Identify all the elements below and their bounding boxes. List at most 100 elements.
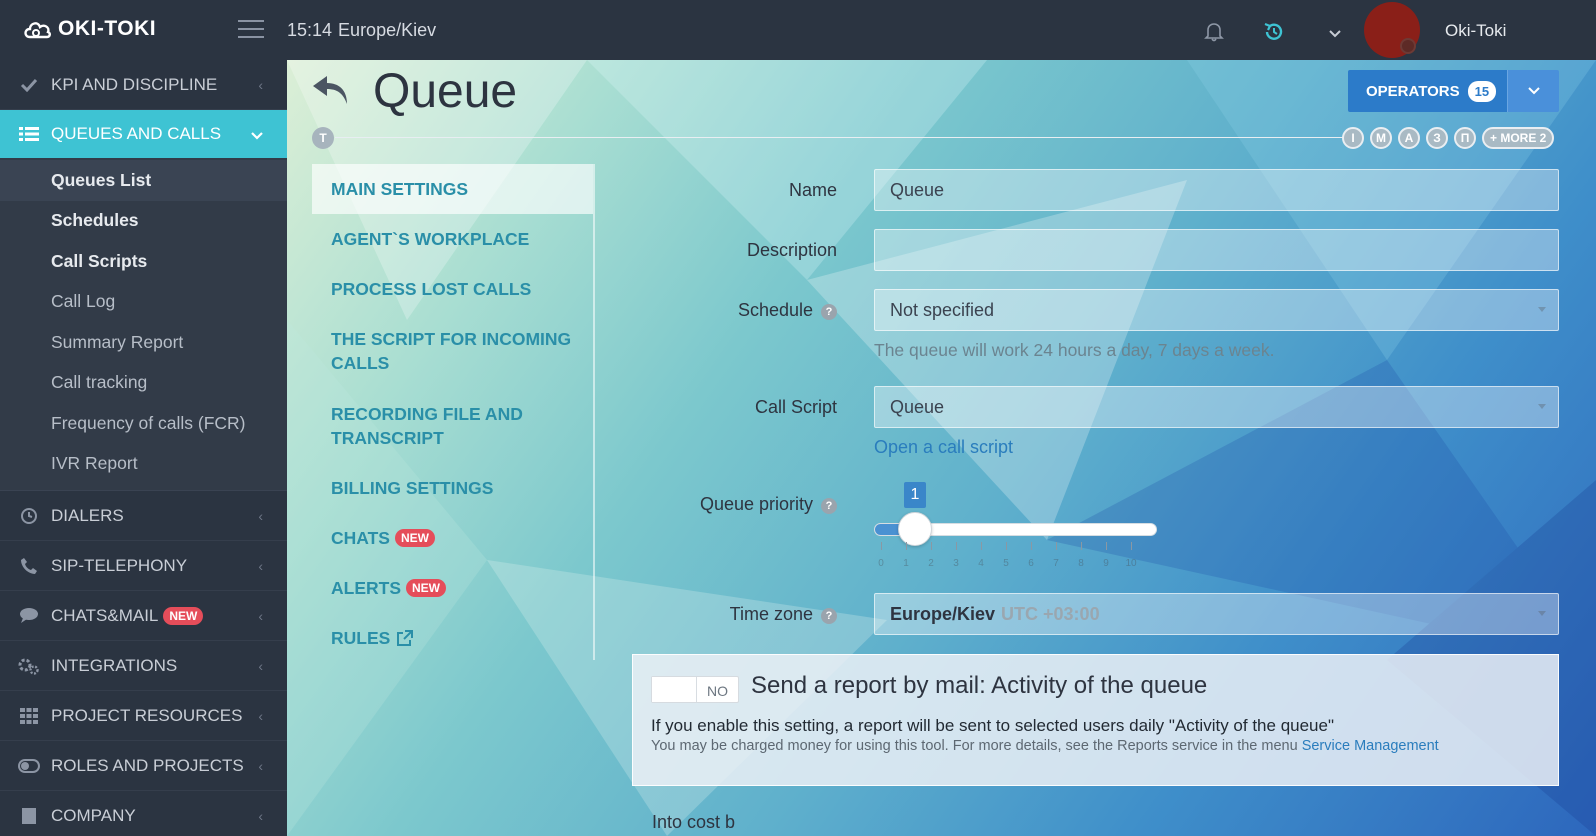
service-management-link[interactable]: Service Management xyxy=(1302,738,1439,754)
name-label: Name xyxy=(788,180,837,200)
sidebar-item-integrations[interactable]: INTEGRATIONS ‹ xyxy=(0,641,287,691)
sidebar-item-kpi[interactable]: KPI AND DISCIPLINE ‹ xyxy=(0,60,287,110)
dropdown-arrow-icon xyxy=(1538,404,1546,409)
subnav-item-call-tracking[interactable]: Call tracking xyxy=(0,363,287,404)
sidebar-item-chats-mail[interactable]: CHATS&MAIL NEW ‹ xyxy=(0,591,287,641)
queue-priority-label: Queue priority? xyxy=(607,494,837,515)
help-icon[interactable]: ? xyxy=(821,304,837,320)
chevron-left-icon: ‹ xyxy=(258,808,263,824)
subnav-item-summary-report[interactable]: Summary Report xyxy=(0,322,287,363)
sidebar-item-dialers[interactable]: DIALERS ‹ xyxy=(0,491,287,541)
back-arrow-icon[interactable] xyxy=(311,72,351,111)
sidebar-item-label: ROLES AND PROJECTS xyxy=(51,755,244,775)
toggle-icon xyxy=(18,758,40,773)
settings-tab-label: AGENT`S WORKPLACE xyxy=(331,229,530,249)
report-note: You may be charged money for using this … xyxy=(651,738,1439,754)
subnav-item-call-log[interactable]: Call Log xyxy=(0,282,287,323)
letter-badge[interactable]: П xyxy=(1454,127,1476,149)
letter-badge[interactable]: M xyxy=(1370,127,1392,149)
settings-tab-billing[interactable]: BILLING SETTINGS xyxy=(312,463,593,513)
operators-dropdown-button[interactable] xyxy=(1507,70,1559,112)
list-icon xyxy=(18,126,40,142)
notifications-bell-icon[interactable] xyxy=(1203,20,1225,47)
slider-tick xyxy=(1131,542,1132,550)
gears-icon xyxy=(18,657,40,675)
schedule-help-text: The queue will work 24 hours a day, 7 da… xyxy=(874,340,1275,360)
schedule-select[interactable]: Not specified xyxy=(874,289,1559,331)
clock-icon xyxy=(18,507,40,525)
letter-badge[interactable]: З xyxy=(1426,127,1448,149)
slider-tick xyxy=(1006,542,1007,550)
help-icon[interactable]: ? xyxy=(821,498,837,514)
sidebar-item-label: SIP-TELEPHONY xyxy=(51,555,188,575)
timezone-label: Time zone? xyxy=(607,604,837,625)
menu-toggle-button[interactable] xyxy=(238,20,264,40)
sidebar-item-company[interactable]: COMPANY ‹ xyxy=(0,791,287,836)
settings-tab-recording[interactable]: RECORDING FILE AND TRANSCRIPT xyxy=(312,388,593,463)
hamburger-icon-line xyxy=(238,36,264,38)
settings-tab-alerts[interactable]: ALERTS NEW xyxy=(312,563,593,613)
tag-badge-t[interactable]: T xyxy=(312,127,334,149)
slider-tick xyxy=(881,542,882,550)
name-value: Queue xyxy=(890,179,945,200)
settings-tab-label: THE SCRIPT FOR INCOMING CALLS xyxy=(331,329,572,373)
slider-tick-label: 3 xyxy=(953,558,959,569)
subnav-item-ivr-report[interactable]: IVR Report xyxy=(0,444,287,485)
schedule-label: Schedule? xyxy=(607,300,837,321)
slider-tick-label: 0 xyxy=(878,558,884,569)
chevron-left-icon: ‹ xyxy=(258,708,263,724)
subnav-item-fcr[interactable]: Frequency of calls (FCR) xyxy=(0,403,287,444)
toggle-label: NO xyxy=(707,683,728,699)
slider-tick-label: 4 xyxy=(978,558,984,569)
history-icon[interactable] xyxy=(1262,20,1286,49)
slider-tick xyxy=(1106,542,1107,550)
operators-count-badge: 15 xyxy=(1467,80,1497,102)
open-call-script-link[interactable]: Open a call script xyxy=(874,437,1013,458)
subnav-item-schedules[interactable]: Schedules xyxy=(0,201,287,242)
letter-badge[interactable]: I xyxy=(1342,127,1364,149)
more-badges-button[interactable]: + MORE 2 xyxy=(1482,127,1555,149)
settings-tab-rules[interactable]: RULES xyxy=(312,613,593,663)
settings-tab-chats[interactable]: CHATS NEW xyxy=(312,513,593,563)
clock-timezone: Europe/Kiev xyxy=(338,20,437,40)
priority-slider-handle[interactable] xyxy=(898,512,932,546)
settings-tab-main[interactable]: MAIN SETTINGS xyxy=(312,164,593,214)
external-link-icon xyxy=(397,629,414,646)
page-title: Queue xyxy=(373,65,518,118)
dropdown-arrow-icon xyxy=(1538,611,1546,616)
logo-text: OKI-TOKI xyxy=(58,17,157,40)
help-icon[interactable]: ? xyxy=(821,608,837,624)
timezone-utc: UTC +03:00 xyxy=(1001,603,1100,624)
sidebar: KPI AND DISCIPLINE ‹ QUEUES AND CALLS Qu… xyxy=(0,60,287,836)
call-script-select[interactable]: Queue xyxy=(874,386,1559,428)
description-field[interactable] xyxy=(874,229,1559,271)
settings-tab-incoming-script[interactable]: THE SCRIPT FOR INCOMING CALLS xyxy=(312,314,593,388)
new-badge: NEW xyxy=(394,529,435,547)
sidebar-item-roles-and-projects[interactable]: ROLES AND PROJECTS ‹ xyxy=(0,741,287,791)
settings-tab-label: MAIN SETTINGS xyxy=(331,179,469,199)
settings-tab-agent-workplace[interactable]: AGENT`S WORKPLACE xyxy=(312,214,593,264)
chevron-down-icon[interactable] xyxy=(1328,26,1342,44)
subnav-item-call-scripts[interactable]: Call Scripts xyxy=(0,241,287,282)
avatar[interactable] xyxy=(1364,2,1420,58)
timezone-select[interactable]: Europe/Kiev UTC +03:00 xyxy=(874,593,1559,635)
logo[interactable]: OKI-TOKI xyxy=(22,17,156,41)
operators-button[interactable]: OPERATORS 15 xyxy=(1348,70,1507,112)
letter-badge[interactable]: A xyxy=(1398,127,1420,149)
sidebar-item-project-resources[interactable]: PROJECT RESOURCES ‹ xyxy=(0,691,287,741)
name-field[interactable]: Queue xyxy=(874,169,1559,211)
sidebar-item-queues-and-calls[interactable]: QUEUES AND CALLS xyxy=(0,110,287,158)
sidebar-item-label: QUEUES AND CALLS xyxy=(51,124,222,143)
call-script-value: Queue xyxy=(890,396,945,417)
slider-tick-label: 10 xyxy=(1125,558,1137,569)
username[interactable]: Oki-Toki xyxy=(1445,21,1506,41)
settings-tab-lost-calls[interactable]: PROCESS LOST CALLS xyxy=(312,264,593,314)
chevron-left-icon: ‹ xyxy=(258,508,263,524)
report-toggle[interactable]: NO xyxy=(651,676,739,703)
report-title: Send a report by mail: Activity of the q… xyxy=(751,672,1208,699)
schedule-label-text: Schedule xyxy=(737,300,813,320)
subnav-item-queues-list[interactable]: Queues List xyxy=(0,160,287,201)
chat-icon xyxy=(18,607,40,624)
slider-tick-label: 6 xyxy=(1028,558,1034,569)
sidebar-item-sip-telephony[interactable]: SIP-TELEPHONY ‹ xyxy=(0,541,287,591)
